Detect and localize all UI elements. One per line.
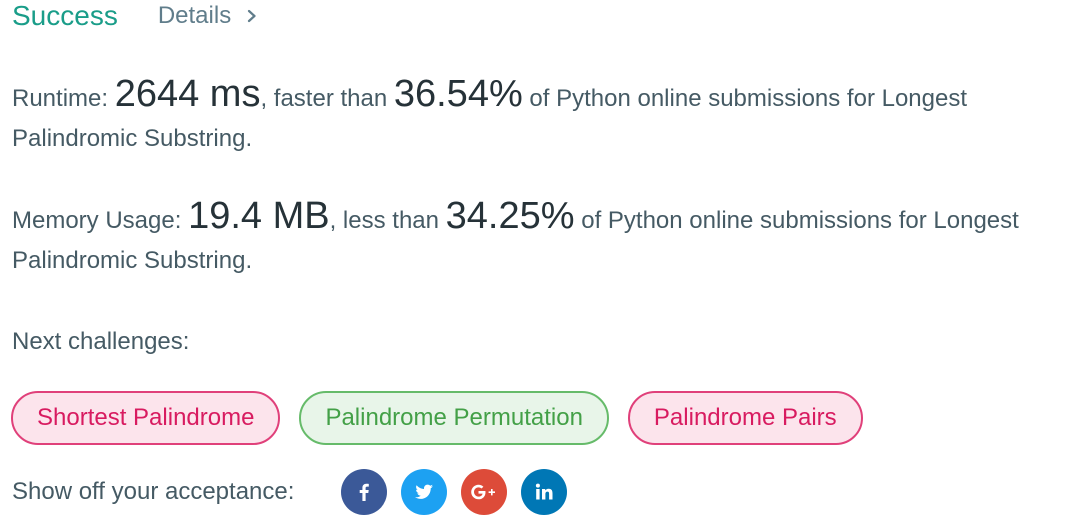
next-challenges-list: Shortest Palindrome Palindrome Permutati… (11, 391, 882, 445)
status-label: Success (12, 0, 118, 31)
twitter-icon (415, 484, 434, 499)
share-label: Show off your acceptance: (12, 478, 295, 505)
memory-value: 19.4 MB (188, 195, 330, 237)
linkedin-share-button[interactable] (521, 469, 568, 515)
challenge-palindrome-permutation[interactable]: Palindrome Permutation (299, 391, 609, 445)
challenge-shortest-palindrome[interactable]: Shortest Palindrome (11, 391, 281, 445)
share-buttons (341, 469, 581, 515)
details-label: Details (157, 2, 232, 29)
memory-percent: 34.25% (445, 195, 575, 237)
memory-label: Memory Usage: (12, 207, 189, 234)
runtime-label: Runtime: (12, 85, 115, 112)
facebook-share-button[interactable] (341, 469, 388, 515)
submission-result: Success Details Runtime: 2644 ms, faster… (0, 0, 1089, 526)
google-plus-icon (471, 484, 496, 500)
linkedin-icon (536, 483, 553, 500)
chevron-right-icon (248, 9, 256, 23)
share-row: Show off your acceptance: (12, 468, 581, 516)
details-link[interactable]: Details (158, 0, 259, 40)
google-plus-share-button[interactable] (461, 469, 508, 515)
next-challenges-label: Next challenges: (12, 328, 190, 355)
runtime-summary: Runtime: 2644 ms, faster than 36.54% of … (12, 74, 1082, 159)
result-header: Success Details (12, 0, 259, 40)
runtime-percent: 36.54% (393, 73, 523, 115)
runtime-value: 2644 ms (114, 73, 261, 115)
challenge-palindrome-pairs[interactable]: Palindrome Pairs (627, 391, 863, 445)
twitter-share-button[interactable] (401, 469, 448, 515)
memory-comparison: , less than (329, 207, 446, 234)
runtime-comparison: , faster than (260, 85, 394, 112)
facebook-icon (360, 483, 370, 501)
memory-summary: Memory Usage: 19.4 MB, less than 34.25% … (12, 196, 1082, 281)
